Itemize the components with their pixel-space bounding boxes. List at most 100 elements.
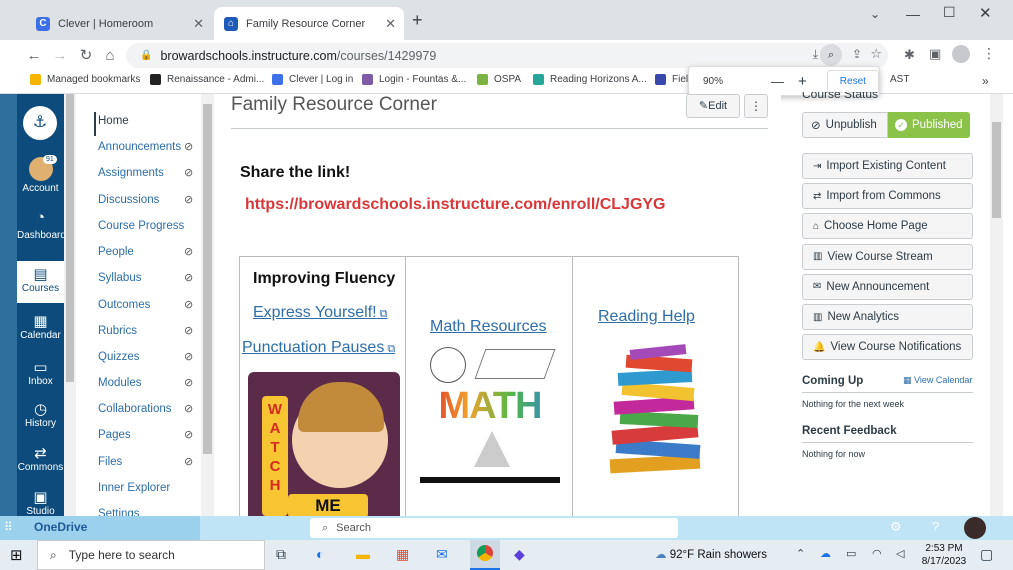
books-image[interactable] [600, 344, 710, 477]
course-nav-item[interactable]: Discussions [98, 194, 159, 206]
star-icon[interactable]: ☆ [870, 46, 882, 62]
global-nav-studio[interactable]: ▣ Studio [17, 488, 64, 516]
bookmark-clever[interactable]: Clever | Log in [272, 74, 353, 85]
zoom-out-button[interactable]: — [771, 74, 784, 89]
express-yourself-link[interactable]: Express Yourself! ⧉ [253, 304, 388, 322]
edge-icon[interactable]: ◐ [316, 546, 324, 562]
punctuation-pauses-link[interactable]: Punctuation Pauses ⧉ [242, 339, 395, 357]
help-icon[interactable]: ? [932, 519, 939, 534]
bookmark-reading-horizons[interactable]: Reading Horizons A... [533, 74, 647, 85]
page-scroll-track[interactable] [990, 94, 1003, 516]
course-nav-item[interactable]: Inner Explorer [98, 482, 170, 494]
sidebar-button[interactable]: ✉ New Announcement [802, 273, 973, 300]
bookmark-managed[interactable]: Managed bookmarks [30, 74, 140, 85]
bookmark-ospa[interactable]: OSPA [477, 74, 521, 85]
edit-button[interactable]: ✎Edit [686, 94, 740, 118]
share-link[interactable]: https://browardschools.instructure.com/e… [245, 196, 666, 214]
notifications-icon[interactable]: ▢ [980, 546, 993, 563]
download-icon[interactable]: ⤓ [813, 47, 818, 62]
course-nav-item[interactable]: Home [98, 115, 129, 127]
bookmarks-overflow-icon[interactable]: » [982, 74, 989, 88]
tray-chevron-icon[interactable]: ⌃ [796, 547, 805, 560]
course-nav-item[interactable]: Settings [98, 508, 140, 516]
sidebar-button[interactable]: 🔔 View Course Notifications [802, 334, 973, 361]
weather-widget[interactable]: ☁ 92°F Rain showers [655, 547, 767, 561]
watch-me-image[interactable]: WATCH ME [248, 372, 400, 519]
battery-icon[interactable]: ▭ [846, 547, 856, 560]
back-icon[interactable]: ← [24, 45, 44, 65]
course-nav-item[interactable]: People [98, 246, 134, 258]
minimize-icon[interactable]: — [906, 6, 920, 22]
sidebar-button[interactable]: ▥ View Course Stream [802, 243, 973, 270]
course-nav-item[interactable]: Announcements [98, 141, 181, 153]
course-nav-item[interactable]: Files [98, 456, 122, 468]
grid-icon[interactable]: ⠿ [4, 520, 13, 534]
math-resources-link[interactable]: Math Resources [430, 318, 547, 336]
gear-icon[interactable]: ⚙ [890, 519, 902, 535]
course-nav-item[interactable]: Course Progress [98, 220, 184, 232]
chevron-down-icon[interactable]: ⌄ [870, 7, 880, 21]
global-nav-history[interactable]: ◷ History [17, 400, 64, 429]
global-nav-account[interactable]: 91 Account [17, 155, 64, 194]
onedrive-tray-icon[interactable]: ☁ [820, 547, 831, 560]
reading-help-link[interactable]: Reading Help [598, 308, 695, 326]
clock[interactable]: 2:53 PM 8/17/2023 [918, 542, 970, 568]
view-calendar-link[interactable]: ▦ View Calendar [903, 375, 972, 386]
avatar[interactable] [964, 517, 986, 539]
window-close-icon[interactable]: ✕ [979, 4, 992, 22]
tab-clever[interactable]: C Clever | Homeroom ✕ [26, 7, 212, 40]
zoom-reset-button[interactable]: Reset [826, 69, 879, 93]
course-nav-item[interactable]: Quizzes [98, 351, 140, 363]
app-icon[interactable]: ◆ [514, 546, 525, 563]
global-nav-dashboard[interactable]: ◔ Dashboard [17, 210, 66, 242]
taskbar-search[interactable]: ⌕ Type here to search [37, 540, 265, 570]
more-options-button[interactable]: ⋮ [744, 94, 768, 118]
sidebar-button[interactable]: ▥ New Analytics [802, 304, 973, 330]
close-icon[interactable]: ✕ [385, 16, 396, 32]
course-nav-item[interactable]: Syllabus [98, 272, 141, 284]
global-nav-commons[interactable]: ⇄ Commons [17, 444, 64, 473]
global-nav-courses[interactable]: ▤ Courses [17, 261, 64, 303]
new-tab-plus-icon[interactable]: + [412, 10, 423, 31]
windows-start-icon[interactable]: ⊞ [10, 546, 23, 564]
task-view-icon[interactable]: ⧉ [276, 546, 286, 563]
share-icon[interactable]: ⇪ [852, 47, 862, 61]
bookmark-ast[interactable]: AST [890, 74, 909, 85]
sidebar-button[interactable]: ⌂ Choose Home Page [802, 213, 973, 240]
course-nav-item[interactable]: Assignments [98, 167, 164, 179]
global-nav-inbox[interactable]: ▭ Inbox [17, 358, 64, 387]
bookmark-fountas[interactable]: Login - Fountas &... [362, 74, 466, 85]
extensions-icon[interactable]: ✱ [904, 47, 915, 63]
course-nav-right-scrollbar[interactable] [203, 104, 212, 454]
unpublish-button[interactable]: ⊘ Unpublish [802, 112, 888, 138]
onedrive-label[interactable]: OneDrive [34, 520, 87, 534]
close-icon[interactable]: ✕ [193, 16, 204, 32]
course-nav-item[interactable]: Pages [98, 429, 131, 441]
profile-avatar[interactable] [952, 45, 970, 63]
course-nav-item[interactable]: Rubrics [98, 325, 137, 337]
side-panel-icon[interactable]: ▣ [929, 46, 941, 62]
maximize-icon[interactable]: ☐ [943, 4, 956, 21]
zoom-icon[interactable]: ⌕ [820, 44, 842, 66]
tab-family-resource[interactable]: ⌂ Family Resource Corner ✕ [214, 7, 404, 40]
course-nav-scrollbar[interactable] [66, 94, 74, 382]
menu-kebab-icon[interactable]: ⋮ [982, 45, 996, 62]
page-scrollbar[interactable] [992, 122, 1001, 218]
course-nav-item[interactable]: Collaborations [98, 403, 172, 415]
published-button[interactable]: ✓ Published [888, 112, 970, 138]
global-nav-calendar[interactable]: ▦ Calendar [17, 312, 64, 341]
school-logo[interactable]: ⚓ [23, 106, 57, 140]
sidebar-button[interactable]: ⇄ Import from Commons [802, 183, 973, 210]
course-nav-item[interactable]: Modules [98, 377, 141, 389]
math-image[interactable]: MATH [420, 343, 560, 483]
url-field[interactable]: 🔒 browardschools.instructure.com/courses… [126, 43, 888, 68]
onedrive-search[interactable]: ⌕ Search [310, 518, 678, 538]
zoom-in-button[interactable]: + [798, 73, 807, 90]
home-icon[interactable]: ⌂ [100, 45, 120, 65]
course-nav-item[interactable]: Outcomes [98, 299, 150, 311]
reload-icon[interactable]: ↻ [76, 45, 96, 65]
chrome-taskbar-button[interactable] [470, 540, 500, 570]
mail-icon[interactable]: ✉ [436, 546, 448, 563]
file-explorer-icon[interactable]: ▬ [356, 546, 370, 562]
forward-icon[interactable]: → [50, 45, 70, 65]
